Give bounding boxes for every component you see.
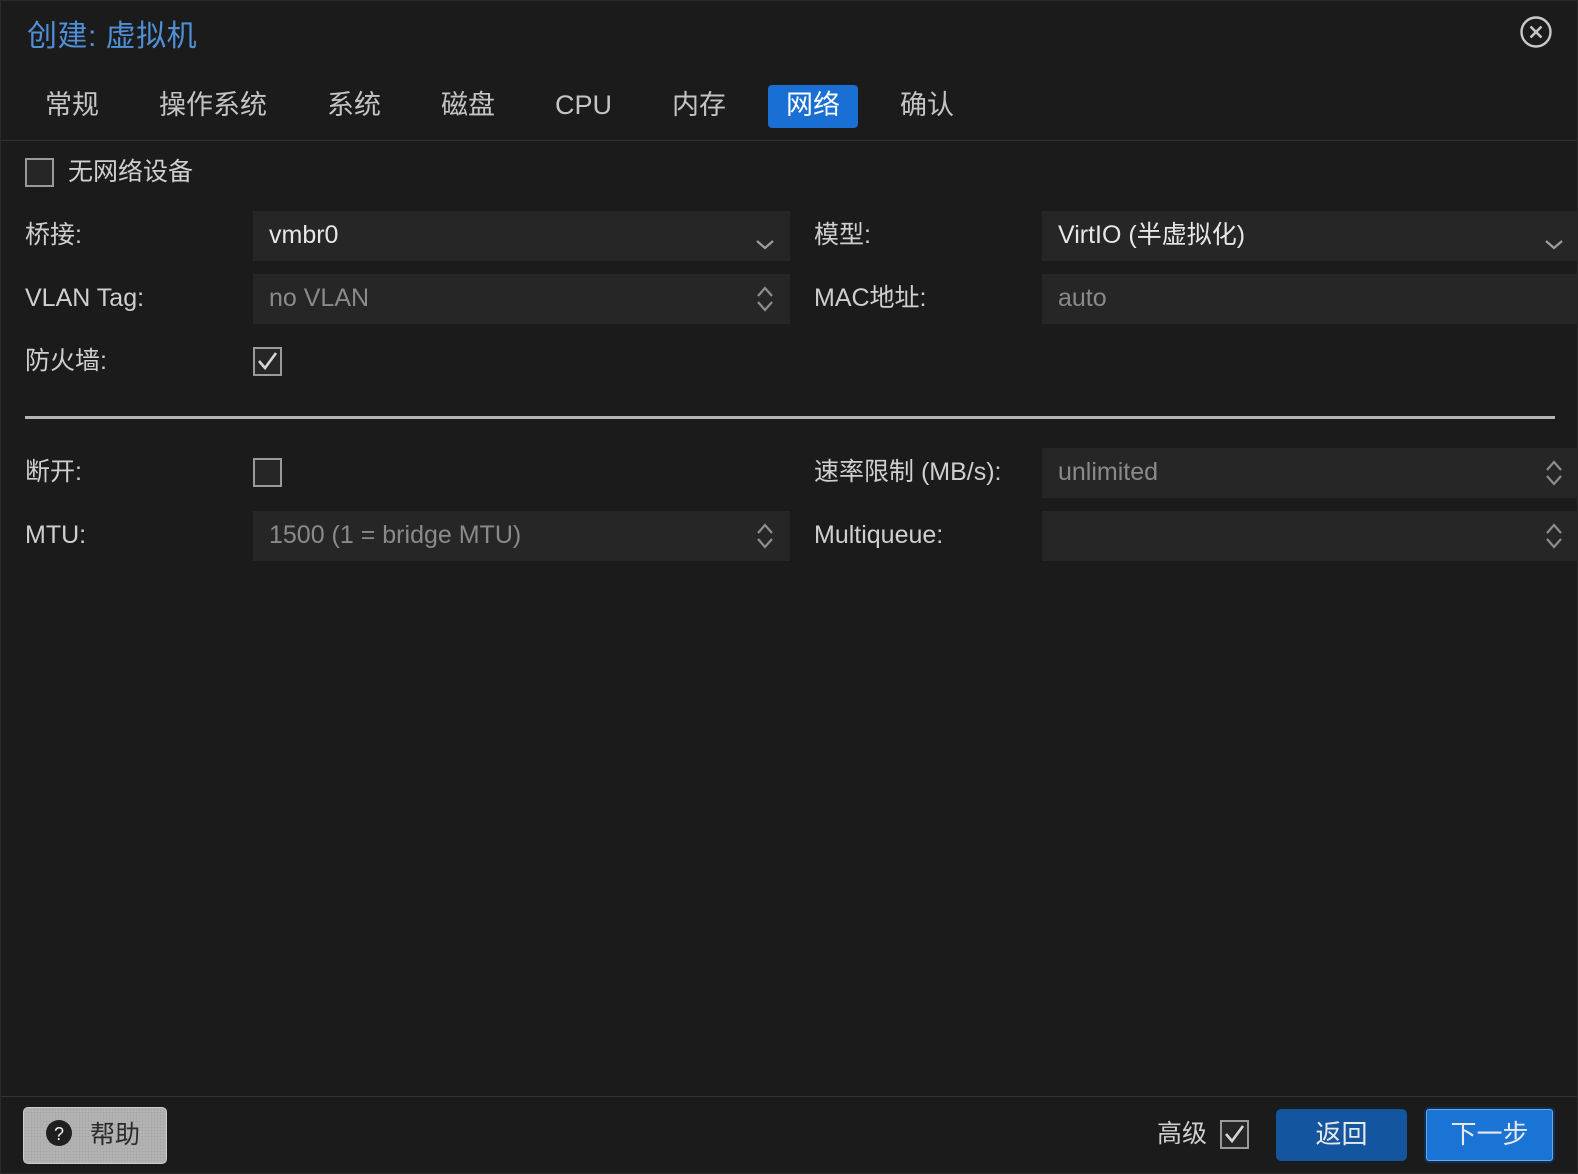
tab-cpu[interactable]: CPU xyxy=(537,85,630,128)
help-button[interactable]: ? 帮助 xyxy=(23,1106,168,1164)
tab-general[interactable]: 常规 xyxy=(27,85,117,128)
chevron-down-icon xyxy=(754,229,776,249)
field-firewall: 防火墙: xyxy=(1,330,790,393)
tab-system[interactable]: 系统 xyxy=(309,85,399,128)
create-vm-dialog: 创建: 虚拟机 常规 操作系统 系统 磁盘 CPU 内存 网络 确认 无网络设备 xyxy=(0,0,1578,1174)
disconnect-checkbox[interactable] xyxy=(253,458,282,487)
advanced-label: 高级 xyxy=(1156,1120,1207,1149)
field-model: 模型: VirtIO (半虚拟化) xyxy=(790,204,1578,267)
no-network-device-label: 无网络设备 xyxy=(68,158,194,186)
multiqueue-input[interactable] xyxy=(1042,510,1578,561)
mac-address-placeholder: auto xyxy=(1058,284,1107,312)
network-form-panel: 无网络设备 桥接: vmbr0 模型: VirtIO (半虚拟化) VLAN T… xyxy=(1,141,1578,1096)
spinner-arrows-icon[interactable] xyxy=(1543,519,1565,553)
row-disconnect-ratelimit: 断开: 速率限制 (MB/s): unlimited xyxy=(1,441,1578,504)
field-mtu: MTU: 1500 (1 = bridge MTU) xyxy=(1,504,790,567)
spinner-arrows-icon[interactable] xyxy=(754,519,776,553)
no-network-device-control[interactable]: 无网络设备 xyxy=(1,158,193,187)
model-value: VirtIO (半虚拟化) xyxy=(1058,221,1246,249)
tab-memory[interactable]: 内存 xyxy=(654,85,744,128)
rate-limit-placeholder: unlimited xyxy=(1058,458,1159,486)
dialog-titlebar: 创建: 虚拟机 xyxy=(1,1,1577,73)
row-bridge-model: 桥接: vmbr0 模型: VirtIO (半虚拟化) xyxy=(1,204,1578,267)
tab-network[interactable]: 网络 xyxy=(768,85,859,128)
question-mark-circle-icon: ? xyxy=(44,1118,74,1153)
footer-actions: 高级 返回 下一步 xyxy=(1156,1107,1555,1163)
vlan-tag-input[interactable]: no VLAN xyxy=(253,273,790,324)
field-rate-limit: 速率限制 (MB/s): unlimited xyxy=(790,441,1578,504)
firewall-label: 防火墙: xyxy=(25,347,107,375)
field-multiqueue: Multiqueue: xyxy=(790,504,1578,567)
disconnect-label: 断开: xyxy=(25,458,82,486)
model-select[interactable]: VirtIO (半虚拟化) xyxy=(1042,210,1578,261)
field-bridge: 桥接: vmbr0 xyxy=(1,204,790,267)
wizard-tabbar: 常规 操作系统 系统 磁盘 CPU 内存 网络 确认 xyxy=(1,73,1577,141)
form-grid: 无网络设备 桥接: vmbr0 模型: VirtIO (半虚拟化) VLAN T… xyxy=(1,141,1578,567)
mac-address-label: MAC地址: xyxy=(814,284,927,312)
advanced-checkbox[interactable] xyxy=(1220,1120,1249,1150)
mtu-input[interactable]: 1500 (1 = bridge MTU) xyxy=(253,510,790,561)
next-button[interactable]: 下一步 xyxy=(1424,1107,1555,1163)
back-button[interactable]: 返回 xyxy=(1276,1109,1407,1161)
vlan-tag-label: VLAN Tag: xyxy=(25,284,145,312)
field-mac-address: MAC地址: auto xyxy=(790,267,1578,330)
row-mtu-multiqueue: MTU: 1500 (1 = bridge MTU) Multiqueue: xyxy=(1,504,1578,567)
bridge-value: vmbr0 xyxy=(269,221,339,249)
no-network-device-checkbox[interactable] xyxy=(25,158,54,187)
field-vlan-tag: VLAN Tag: no VLAN xyxy=(1,267,790,330)
row-no-network-device: 无网络设备 xyxy=(1,141,1578,204)
model-label: 模型: xyxy=(814,221,871,249)
chevron-down-icon xyxy=(1543,229,1565,249)
tab-os[interactable]: 操作系统 xyxy=(141,85,285,128)
tab-disks[interactable]: 磁盘 xyxy=(423,85,513,128)
close-icon[interactable] xyxy=(1516,12,1556,52)
row-vlan-mac: VLAN Tag: no VLAN MAC地址: auto xyxy=(1,267,1578,330)
advanced-toggle[interactable]: 高级 xyxy=(1156,1120,1249,1150)
row-firewall: 防火墙: xyxy=(1,330,1578,393)
mtu-label: MTU: xyxy=(25,521,87,549)
bridge-label: 桥接: xyxy=(25,221,82,249)
tab-confirm[interactable]: 确认 xyxy=(882,85,972,128)
spinner-arrows-icon[interactable] xyxy=(754,282,776,316)
dialog-footer: ? 帮助 高级 返回 下一步 xyxy=(1,1096,1577,1173)
svg-text:?: ? xyxy=(54,1124,64,1144)
mac-address-input[interactable]: auto xyxy=(1042,273,1578,324)
vlan-tag-placeholder: no VLAN xyxy=(269,284,370,312)
multiqueue-label: Multiqueue: xyxy=(814,521,944,549)
mtu-placeholder: 1500 (1 = bridge MTU) xyxy=(269,521,522,549)
help-button-label: 帮助 xyxy=(90,1120,141,1149)
advanced-section-divider-wrap xyxy=(1,393,1578,441)
field-disconnect: 断开: xyxy=(1,441,790,504)
section-divider xyxy=(25,415,1555,419)
rate-limit-input[interactable]: unlimited xyxy=(1042,447,1578,498)
spinner-arrows-icon[interactable] xyxy=(1543,456,1565,490)
rate-limit-label: 速率限制 (MB/s): xyxy=(814,458,1002,486)
firewall-checkbox[interactable] xyxy=(253,347,282,376)
bridge-select[interactable]: vmbr0 xyxy=(253,210,790,261)
dialog-title: 创建: 虚拟机 xyxy=(27,20,198,53)
